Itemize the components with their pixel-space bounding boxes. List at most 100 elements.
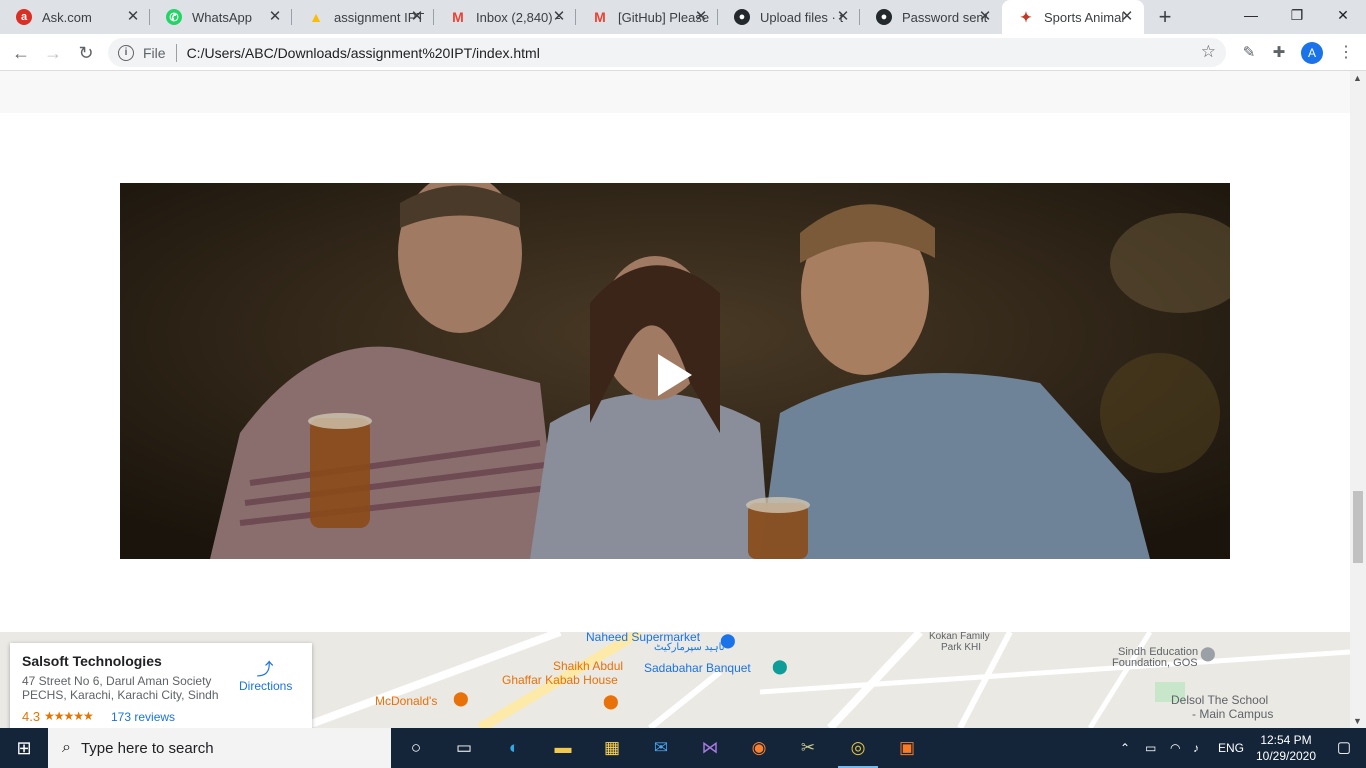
search-icon: ⌕ (62, 739, 71, 756)
task-view-icon[interactable]: ▭ (449, 734, 479, 762)
close-icon[interactable]: ✕ (124, 8, 142, 26)
puzzle-extensions-icon[interactable]: ✚ (1268, 42, 1290, 64)
tab-ask[interactable]: a Ask.com ✕ (0, 0, 150, 34)
map-label: Delsol The School (1171, 693, 1269, 707)
close-icon[interactable]: ✕ (408, 8, 426, 26)
place-name[interactable]: Salsoft Technologies (22, 653, 162, 669)
rating-stars-icon: ★★★★★ (44, 709, 94, 723)
scrollbar-thumb[interactable] (1353, 491, 1363, 563)
directions-icon[interactable]: ⤴ (256, 655, 274, 679)
snipping-tool-icon[interactable]: ✂ (793, 734, 823, 762)
chrome-icon[interactable]: ◎ (838, 734, 878, 768)
map-pin-icon: ⬤ (772, 658, 788, 674)
map-label: Shaikh Abdul (553, 659, 624, 673)
video-player[interactable] (120, 183, 1230, 559)
rating-value: 4.3 (22, 709, 41, 724)
notifications-icon[interactable]: ▢ (1322, 728, 1366, 768)
close-icon[interactable]: ✕ (976, 8, 994, 26)
page-viewport: Naheed Supermarket ناہید سپرمارکیٹ Shaik… (0, 71, 1350, 728)
address-bar[interactable]: i File C:/Users/ABC/Downloads/assignment… (108, 38, 1226, 67)
close-icon[interactable]: ✕ (550, 8, 568, 26)
file-explorer-icon[interactable]: ▬ (548, 734, 578, 762)
edge-icon[interactable]: ◐ (499, 734, 529, 762)
close-icon[interactable]: ✕ (266, 8, 284, 26)
store-icon[interactable]: ▦ (597, 734, 627, 762)
gmail-favicon: M (594, 9, 606, 25)
map-label: ناہید سپرمارکیٹ (654, 642, 725, 653)
volume-icon[interactable]: ♪ (1193, 728, 1199, 768)
header-band (0, 71, 1350, 113)
close-icon[interactable]: ✕ (834, 8, 852, 26)
firefox-icon[interactable]: ◉ (744, 734, 774, 762)
taskbar-search[interactable]: ⌕ Type here to search (48, 728, 391, 768)
play-icon[interactable] (658, 354, 692, 396)
divider (175, 43, 177, 62)
tab-github-password[interactable]: ● Password sent ✕ (860, 0, 1002, 34)
minimize-button[interactable]: — (1228, 0, 1274, 30)
bookmark-star-icon[interactable]: ☆ (1201, 42, 1216, 62)
wifi-icon[interactable]: ◠ (1170, 728, 1180, 768)
battery-icon[interactable]: ▭ (1145, 728, 1156, 768)
github-favicon: ● (876, 9, 892, 25)
search-placeholder: Type here to search (80, 739, 214, 757)
place-address: 47 Street No 6, Darul Aman Society PECHS… (22, 674, 222, 702)
windows-taskbar: ⊞ ⌕ Type here to search ○ ▭ ◐ ▬ ▦ ✉ ⋈ ◉ … (0, 728, 1366, 768)
new-tab-button[interactable]: + (1153, 5, 1177, 29)
visual-studio-icon[interactable]: ⋈ (695, 734, 725, 762)
mail-icon[interactable]: ✉ (646, 734, 676, 762)
reload-icon[interactable]: ↻ (73, 40, 99, 66)
map-label: Ghaffar Kabab House (502, 673, 618, 687)
map-pin-icon: ⬤ (720, 632, 736, 648)
scroll-down-arrow-icon[interactable]: ▼ (1353, 716, 1362, 726)
tab-gmail-github[interactable]: M [GitHub] Please ✕ (576, 0, 718, 34)
map-pin-icon: ⬤ (1200, 645, 1216, 661)
close-icon[interactable]: ✕ (1118, 8, 1136, 26)
scroll-up-arrow-icon[interactable]: ▲ (1353, 73, 1362, 83)
clock-time: 12:54 PM (1260, 733, 1312, 747)
tab-whatsapp[interactable]: ✆ WhatsApp ✕ (150, 0, 292, 34)
map-label: McDonald's (375, 694, 438, 708)
windows-start-icon[interactable]: ⊞ (0, 728, 48, 768)
maximize-button[interactable]: ❐ (1274, 0, 1320, 30)
ask-favicon: a (16, 9, 32, 25)
map-label: Foundation, GOS (1112, 657, 1198, 669)
map-label: Sadabahar Banquet (644, 661, 751, 675)
profile-avatar[interactable]: A (1301, 42, 1323, 64)
reviews-link[interactable]: 173 reviews (111, 710, 175, 724)
close-window-button[interactable]: ✕ (1320, 0, 1366, 30)
extension-pen-icon[interactable]: ✎ (1238, 42, 1260, 64)
map-pin-icon: ⬤ (603, 693, 619, 709)
google-drive-favicon: ▲ (309, 9, 323, 25)
close-icon[interactable]: ✕ (692, 8, 710, 26)
back-arrow-icon[interactable]: ← (8, 40, 34, 66)
browser-toolbar: ← → ↻ i File C:/Users/ABC/Downloads/assi… (0, 34, 1366, 71)
whatsapp-favicon: ✆ (166, 9, 182, 25)
map-label: Kokan Family (929, 632, 990, 642)
scheme-label: File (143, 44, 166, 61)
cortana-icon[interactable]: ○ (401, 734, 431, 762)
tab-sports-animal[interactable]: ✦ Sports Animal ✕ (1002, 0, 1144, 34)
xampp-icon[interactable]: ▣ (892, 734, 922, 762)
language-indicator[interactable]: ENG (1218, 728, 1244, 768)
tab-github-upload[interactable]: ● Upload files · t ✕ (718, 0, 860, 34)
directions-link[interactable]: Directions (239, 679, 292, 693)
tab-gmail-inbox[interactable]: M Inbox (2,840) - ✕ (434, 0, 576, 34)
tray-chevron-icon[interactable]: ⌃ (1120, 728, 1130, 768)
address-line: 47 Street No 6, Darul Aman Society (22, 674, 212, 688)
forward-arrow-icon[interactable]: → (40, 40, 66, 66)
url-text[interactable]: C:/Users/ABC/Downloads/assignment%20IPT/… (187, 45, 540, 61)
address-line: PECHS, Karachi, Karachi City, Sindh (22, 688, 219, 702)
embedded-map[interactable]: Naheed Supermarket ناہید سپرمارکیٹ Shaik… (0, 632, 1350, 728)
kebab-menu-icon[interactable]: ⋮ (1336, 42, 1356, 64)
tab-strip: a Ask.com ✕ ✆ WhatsApp ✕ ▲ assignment IP… (0, 0, 1366, 34)
map-label: Park KHI (941, 642, 982, 653)
clock[interactable]: 12:54 PM 10/29/2020 (1250, 732, 1322, 764)
tab-drive[interactable]: ▲ assignment IPT ✕ (292, 0, 434, 34)
map-label: - Main Campus (1192, 707, 1274, 721)
map-pin-icon: ⬤ (453, 690, 469, 706)
place-card: Salsoft Technologies 47 Street No 6, Dar… (10, 643, 312, 728)
info-icon[interactable]: i (118, 44, 134, 61)
clock-date: 10/29/2020 (1255, 749, 1317, 763)
page-scrollbar[interactable]: ▲ ▼ (1350, 71, 1366, 728)
github-favicon: ● (734, 9, 750, 25)
